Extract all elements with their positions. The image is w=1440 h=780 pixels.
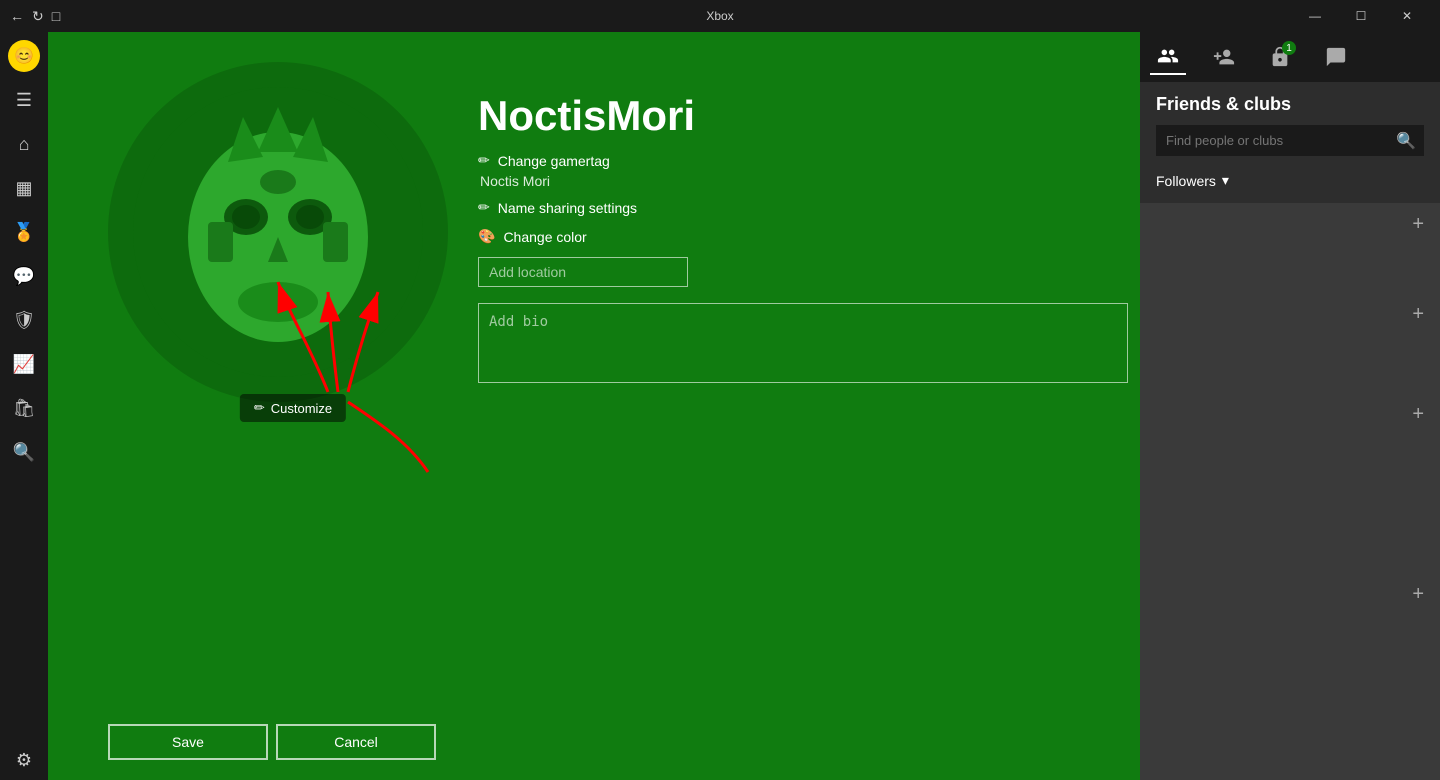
notification-badge: 1 — [1282, 41, 1296, 55]
color-icon: 🎨 — [478, 228, 495, 245]
customize-button[interactable]: ✏ Customize — [240, 394, 346, 422]
name-sharing-label: Name sharing settings — [498, 200, 637, 216]
profile-gamertag: NoctisMori — [478, 92, 1140, 140]
change-gamertag-label: Change gamertag — [498, 153, 610, 169]
achievements-icon: 🏅 — [13, 222, 35, 243]
profile-info: NoctisMori ✏ Change gamertag Noctis Mori… — [478, 92, 1140, 388]
home-icon: ⌂ — [19, 134, 30, 155]
right-panel: 1 Friends & clubs 🔍 Followers ▾ + + — [1140, 32, 1440, 780]
avatar-emoji: 😊 — [14, 46, 34, 66]
minimize-button[interactable]: — — [1292, 0, 1338, 32]
search-icon-button[interactable]: 🔍 — [1396, 131, 1416, 151]
bio-input[interactable] — [478, 303, 1128, 383]
change-gamertag-link[interactable]: ✏ Change gamertag — [478, 152, 1140, 169]
search-container: 🔍 — [1156, 125, 1424, 156]
screenshot-icon[interactable]: □ — [52, 8, 60, 24]
add-button-2[interactable]: + — [1412, 303, 1424, 326]
name-sharing-icon: ✏ — [478, 199, 490, 216]
close-button[interactable]: ✕ — [1384, 0, 1430, 32]
followers-content: + + + + — [1140, 203, 1440, 780]
change-color-label: Change color — [503, 229, 586, 245]
add-button-4[interactable]: + — [1412, 583, 1424, 606]
back-icon[interactable]: ← — [10, 8, 24, 24]
tab-friends[interactable] — [1150, 39, 1186, 75]
avatar[interactable]: 😊 — [8, 40, 40, 72]
sidebar-item-settings[interactable]: ⚙ — [4, 740, 44, 780]
search-input[interactable] — [1156, 125, 1424, 156]
window-controls: — ☐ ✕ — [1292, 0, 1430, 32]
app-container: 😊 ☰ ⌂ ▦ 🏅 💬 🛡 📈 🛍 🔍 ⚙ — [0, 32, 1440, 780]
menu-icon: ☰ — [16, 90, 32, 111]
sidebar-item-trending[interactable]: 📈 — [4, 344, 44, 384]
right-panel-tabs: 1 — [1140, 32, 1440, 82]
followers-label: Followers — [1156, 173, 1216, 189]
sidebar-item-family[interactable]: 🛡 — [4, 300, 44, 340]
add-button-1[interactable]: + — [1412, 213, 1424, 236]
avatar-circle — [108, 62, 448, 402]
customize-label: Customize — [271, 401, 332, 416]
maximize-button[interactable]: ☐ — [1338, 0, 1384, 32]
sidebar-item-achievements[interactable]: 🏅 — [4, 212, 44, 252]
followers-header[interactable]: Followers ▾ — [1156, 166, 1424, 195]
bottom-buttons: Save Cancel — [108, 724, 436, 760]
sidebar-item-messages[interactable]: 💬 — [4, 256, 44, 296]
titlebar: ← ↻ □ Xbox — ☐ ✕ — [0, 0, 1440, 32]
save-button[interactable]: Save — [108, 724, 268, 760]
add-button-3[interactable]: + — [1412, 403, 1424, 426]
followers-chevron-icon: ▾ — [1222, 172, 1229, 189]
name-sharing-link[interactable]: ✏ Name sharing settings — [478, 199, 1140, 216]
search-icon: 🔍 — [13, 442, 35, 463]
cancel-button[interactable]: Cancel — [276, 724, 436, 760]
sidebar-item-library[interactable]: ▦ — [4, 168, 44, 208]
right-panel-title: Friends & clubs — [1156, 94, 1424, 115]
trending-icon: 📈 — [13, 354, 35, 375]
store-icon: 🛍 — [13, 398, 36, 419]
window-title: Xbox — [706, 9, 733, 23]
messages-icon: 💬 — [13, 266, 35, 287]
profile-display-name: Noctis Mori — [478, 173, 1140, 189]
avatar-svg — [128, 82, 428, 382]
sidebar-item-menu[interactable]: ☰ — [4, 80, 44, 120]
tab-notifications[interactable]: 1 — [1262, 39, 1298, 75]
tab-chat[interactable] — [1318, 39, 1354, 75]
settings-icon: ⚙ — [16, 750, 32, 771]
sidebar: 😊 ☰ ⌂ ▦ 🏅 💬 🛡 📈 🛍 🔍 ⚙ — [0, 32, 48, 780]
avatar-area: ✏ Customize — [108, 62, 478, 552]
titlebar-left: ← ↻ □ — [10, 8, 60, 25]
sidebar-item-search[interactable]: 🔍 — [4, 432, 44, 472]
main-content: ✏ Customize Noct — [48, 32, 1140, 780]
refresh-icon[interactable]: ↻ — [32, 8, 44, 25]
change-color-link[interactable]: 🎨 Change color — [478, 228, 1140, 245]
sidebar-item-home[interactable]: ⌂ — [4, 124, 44, 164]
change-gamertag-pencil-icon: ✏ — [478, 152, 490, 169]
sidebar-item-store[interactable]: 🛍 — [4, 388, 44, 428]
customize-pencil-icon: ✏ — [254, 400, 265, 416]
shield-icon: 🛡 — [13, 310, 36, 331]
tab-add-friend[interactable] — [1206, 39, 1242, 75]
library-icon: ▦ — [15, 178, 32, 199]
location-input[interactable] — [478, 257, 688, 287]
right-panel-header: Friends & clubs 🔍 Followers ▾ — [1140, 82, 1440, 203]
